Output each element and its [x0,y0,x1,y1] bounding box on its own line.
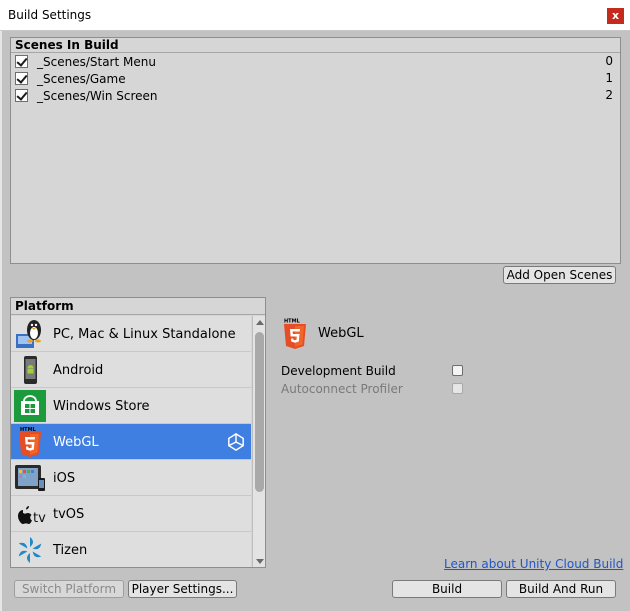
scenes-in-build-panel: Scenes In Build _Scenes/Start Menu 0 _Sc… [10,37,621,264]
platform-item-label: tvOS [53,507,85,522]
autoconnect-profiler-checkbox [452,383,463,394]
development-build-label: Development Build [281,364,396,378]
unity-logo-icon [228,433,244,451]
platform-item-label: iOS [53,471,76,486]
build-button[interactable]: Build [392,580,502,598]
tizen-icon [18,537,42,563]
platform-scrollbar[interactable] [252,316,265,567]
player-settings-button[interactable]: Player Settings... [128,580,237,598]
html5-icon: HTML [284,319,306,349]
scene-row[interactable]: _Scenes/Win Screen 2 [11,87,620,104]
platform-item-tvos[interactable]: tv tvOS [11,496,251,532]
scroll-up-arrow-icon[interactable] [256,320,264,325]
svg-text:tv: tv [33,511,46,526]
scene-row[interactable]: _Scenes/Start Menu 0 [11,53,620,70]
windows-store-icon [14,390,46,422]
add-open-scenes-button[interactable]: Add Open Scenes [503,266,616,284]
platform-list: PC, Mac & Linux Standalone Android Windo… [11,316,251,567]
platform-item-label: PC, Mac & Linux Standalone [53,327,236,342]
scene-name: _Scenes/Win Screen [37,89,158,103]
scene-name: _Scenes/Start Menu [37,55,156,69]
platform-item-webgl[interactable]: HTML WebGL [11,424,251,460]
scene-name: _Scenes/Game [37,72,126,86]
close-button[interactable]: x [607,8,624,24]
platform-header: Platform [11,298,265,315]
scene-row[interactable]: _Scenes/Game 1 [11,70,620,87]
scroll-down-arrow-icon[interactable] [256,559,264,564]
platform-item-ios[interactable]: iOS [11,460,251,496]
platform-item-label: Android [53,363,104,378]
autoconnect-profiler-label: Autoconnect Profiler [281,382,403,396]
platform-item-label: Tizen [53,543,88,558]
platform-item-pc-mac-linux[interactable]: PC, Mac & Linux Standalone [11,316,251,352]
ipad-icon [15,465,45,491]
build-and-run-button[interactable]: Build And Run [506,580,616,598]
platform-item-windows-store[interactable]: Windows Store [11,388,251,424]
scene-checkbox[interactable] [15,55,28,68]
platform-item-label: WebGL [53,435,99,450]
window-title: Build Settings [8,8,92,22]
scene-checkbox[interactable] [15,72,28,85]
development-build-checkbox[interactable] [452,365,463,376]
apple-tv-icon: tv [18,506,46,526]
cloud-build-link[interactable]: Learn about Unity Cloud Build [444,557,623,571]
html5-icon: HTML [19,427,41,457]
switch-platform-button[interactable]: Switch Platform [14,580,124,598]
platform-item-label: Windows Store [53,399,150,414]
scene-index: 2 [605,88,613,102]
scene-index: 0 [605,54,613,68]
window-border [0,31,2,611]
platform-item-android[interactable]: Android [11,352,251,388]
platform-panel: Platform PC, Mac & Linux Standalone Andr… [10,297,266,568]
scene-checkbox[interactable] [15,89,28,102]
penguin-pc-icon [16,320,41,348]
selected-platform-title: WebGL [318,326,364,341]
scene-index: 1 [605,71,613,85]
window-titlebar: Build Settings x [0,0,630,31]
android-phone-icon [24,356,37,384]
platform-item-tizen[interactable]: Tizen [11,532,251,567]
scenes-header: Scenes In Build [11,38,620,53]
scrollbar-thumb[interactable] [255,332,264,492]
html5-badge-text: HTML [284,319,301,325]
